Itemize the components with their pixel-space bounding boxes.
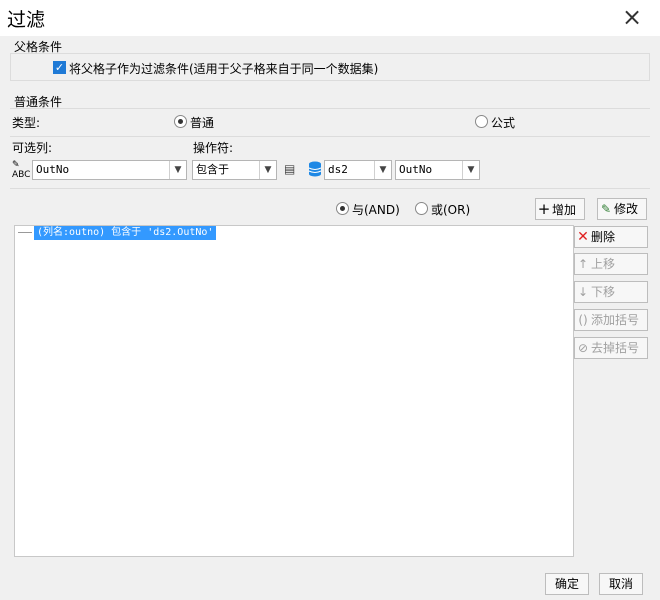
edit-icon: ✎ <box>600 202 612 216</box>
chevron-down-icon: ▼ <box>462 161 479 179</box>
dataset-select[interactable]: ds2 ▼ <box>324 160 392 180</box>
radio-normal-label[interactable]: 普通 <box>190 114 214 131</box>
modify-button[interactable]: ✎ 修改 <box>597 198 647 220</box>
parent-filter-label: 将父格子作为过滤条件(适用于父子格来自于同一个数据集) <box>69 62 379 76</box>
database-icon <box>308 161 322 177</box>
add-bracket-button[interactable]: () 添加括号 <box>574 309 648 331</box>
cancel-button[interactable]: 取消 <box>599 573 643 595</box>
add-button[interactable]: + 增加 <box>535 198 585 220</box>
column-select[interactable]: OutNo ▼ <box>32 160 187 180</box>
ok-button[interactable]: 确定 <box>545 573 589 595</box>
arrow-up-icon: ↑ <box>577 257 589 271</box>
close-icon[interactable]: × <box>620 5 644 30</box>
bracket-icon: () <box>578 313 588 327</box>
chevron-down-icon: ▼ <box>259 161 276 179</box>
parent-filter-checkbox[interactable]: ✓ <box>53 61 66 74</box>
column-label: 可选列: <box>12 141 53 155</box>
dialog-title: 过滤 <box>7 9 46 31</box>
column-type-icon[interactable]: ✎ ABC <box>12 160 32 180</box>
title-bar <box>0 0 660 36</box>
radio-or[interactable] <box>415 202 428 215</box>
delete-button[interactable]: ✕ 删除 <box>574 226 648 248</box>
chevron-down-icon: ▼ <box>169 161 186 179</box>
divider <box>10 108 650 109</box>
remove-bracket-icon: ⊘ <box>577 341 589 355</box>
move-up-button[interactable]: ↑ 上移 <box>574 253 648 275</box>
divider <box>10 136 650 137</box>
type-label: 类型: <box>12 116 41 130</box>
move-down-button[interactable]: ↓ 下移 <box>574 281 648 303</box>
divider <box>10 188 650 189</box>
plus-icon: + <box>537 200 551 218</box>
radio-and[interactable] <box>336 202 349 215</box>
remove-bracket-button[interactable]: ⊘ 去掉括号 <box>574 337 648 359</box>
tree-connector <box>18 232 32 233</box>
arrow-down-icon: ↓ <box>577 285 589 299</box>
radio-formula-label[interactable]: 公式 <box>491 114 515 131</box>
operator-select[interactable]: 包含于 ▼ <box>192 160 277 180</box>
field-select[interactable]: OutNo ▼ <box>395 160 480 180</box>
list-item[interactable]: (列名:outno) 包含于 'ds2.OutNo' <box>34 226 217 240</box>
delete-x-icon: ✕ <box>577 229 589 245</box>
radio-and-label[interactable]: 与(AND) <box>352 201 400 218</box>
chevron-down-icon: ▼ <box>374 161 391 179</box>
operator-label: 操作符: <box>193 141 234 155</box>
radio-or-label[interactable]: 或(OR) <box>431 201 470 218</box>
table-icon[interactable]: ▤ <box>284 162 300 176</box>
condition-list[interactable] <box>14 225 574 557</box>
radio-normal[interactable] <box>174 115 187 128</box>
radio-formula[interactable] <box>475 115 488 128</box>
